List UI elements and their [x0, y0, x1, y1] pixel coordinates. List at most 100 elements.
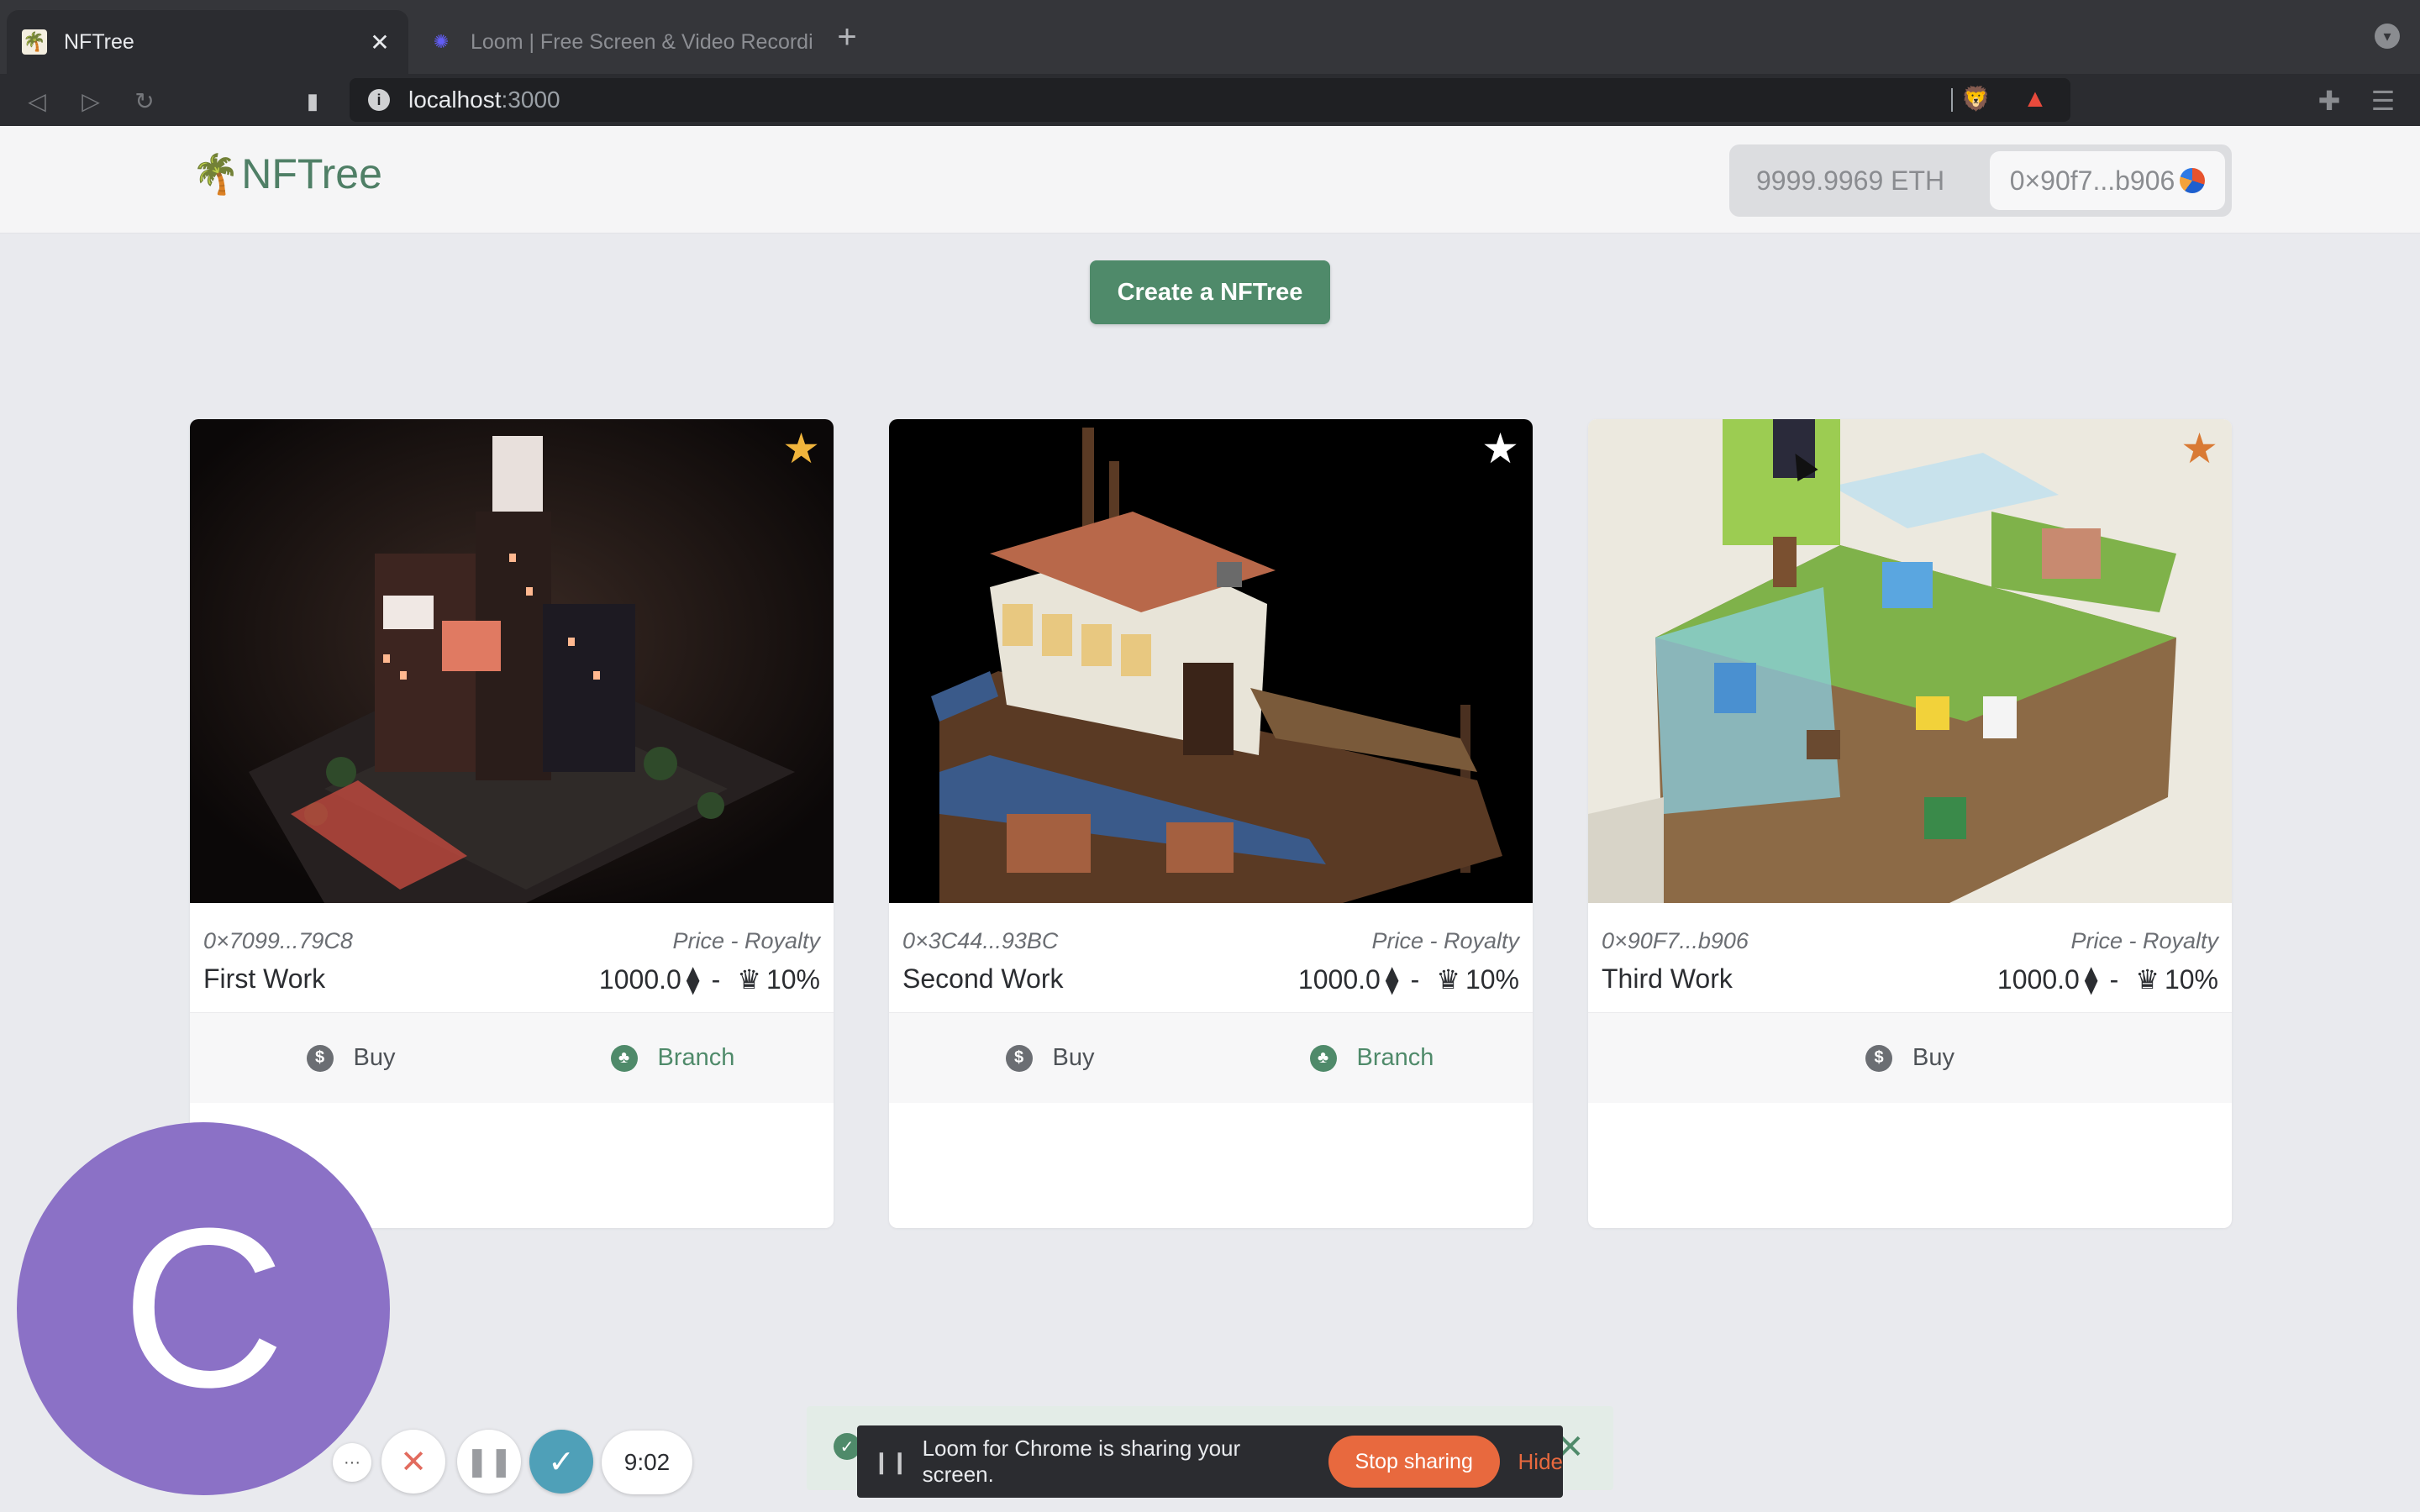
nft-card: ★ 0×3C44...93BC Price - Royalty Second W…: [889, 419, 1533, 1228]
browser-toolbar: ◁ ▷ ↻ ▮ i localhost:3000 🦁 ▲ ✚ ☰: [0, 74, 2420, 126]
brave-shields-icon[interactable]: 🦁: [1961, 85, 1991, 115]
separator: -: [1410, 963, 1420, 995]
eth-icon: ⧫: [1385, 964, 1399, 995]
dollar-icon: $: [306, 1044, 334, 1072]
tab-search-icon[interactable]: ▾: [2375, 24, 2400, 49]
bookmark-icon[interactable]: ▮: [294, 82, 331, 119]
drag-handle-icon[interactable]: ❙❙: [872, 1449, 909, 1475]
palm-tree-icon: 🌴: [22, 29, 47, 55]
owner-address: 0×7099...79C8: [203, 928, 353, 953]
price-value: 1000.0: [598, 963, 681, 995]
site-info-icon[interactable]: i: [368, 89, 390, 111]
url-divider: [1951, 88, 1953, 112]
crown-icon: ♛: [737, 964, 761, 995]
price-royalty-labels: Price - Royalty: [1371, 928, 1519, 953]
owner-address: 0×3C44...93BC: [902, 928, 1059, 953]
nft-image[interactable]: ★: [889, 419, 1533, 903]
nft-image[interactable]: ★: [1588, 419, 2232, 903]
loom-camera-bubble[interactable]: C: [17, 1122, 390, 1495]
card-actions: $ Buy: [1588, 1012, 2232, 1103]
separator: -: [2109, 963, 2119, 995]
crown-icon: ♛: [2135, 964, 2160, 995]
nft-name: First Work: [203, 963, 326, 994]
url-host: localhost: [408, 87, 502, 113]
crown-icon: ♛: [1436, 964, 1460, 995]
nft-info: 0×3C44...93BC Price - Royalty Second Wor…: [889, 903, 1533, 1012]
eth-icon: ⧫: [2084, 964, 2098, 995]
screen-share-bar: ❙❙ Loom for Chrome is sharing your scree…: [857, 1425, 1563, 1498]
palm-tree-icon: 🌴: [192, 151, 240, 196]
nft-info: 0×90F7...b906 Price - Royalty Third Work…: [1588, 903, 2232, 1012]
favorite-star-icon[interactable]: ★: [782, 428, 820, 470]
branch-label: Branch: [657, 1044, 735, 1071]
card-actions: $ Buy ♣ Branch: [889, 1012, 1533, 1103]
loom-finish-icon[interactable]: ✓: [529, 1430, 593, 1494]
buy-button[interactable]: $ Buy: [190, 1044, 512, 1072]
favorite-star-icon[interactable]: ★: [2181, 428, 2218, 470]
royalty-value: 10%: [765, 963, 820, 995]
loom-cancel-icon[interactable]: ✕: [381, 1430, 445, 1494]
address-bar[interactable]: i localhost:3000 🦁 ▲: [350, 78, 2070, 122]
price-royalty-values: 1000.0 ⧫ - ♛ 10%: [1992, 963, 2218, 995]
buy-button[interactable]: $ Buy: [889, 1044, 1211, 1072]
close-tab-icon[interactable]: ✕: [363, 29, 397, 56]
create-nftree-button[interactable]: Create a NFTree: [1090, 260, 1330, 324]
menu-icon[interactable]: ☰: [2365, 82, 2402, 119]
tab-nftree[interactable]: 🌴 NFTree ✕: [7, 10, 408, 74]
share-message: Loom for Chrome is sharing your screen.: [922, 1436, 1241, 1487]
royalty-value: 10%: [1465, 963, 1519, 995]
eth-icon: ⧫: [686, 964, 700, 995]
loom-timer: 9:02: [602, 1431, 692, 1494]
separator: -: [711, 963, 721, 995]
price-royalty-labels: Price - Royalty: [2070, 928, 2218, 953]
buy-label: Buy: [1052, 1044, 1095, 1071]
nft-info: 0×7099...79C8 Price - Royalty First Work…: [190, 903, 834, 1012]
eth-balance: 9999.9969 ETH: [1756, 165, 1945, 196]
buy-label: Buy: [1912, 1044, 1954, 1071]
buy-label: Buy: [353, 1044, 396, 1071]
dollar-icon: $: [1865, 1044, 1892, 1072]
tab-title: Loom | Free Screen & Video Recordi: [471, 29, 813, 54]
nft-name: Third Work: [1602, 963, 1733, 994]
price-royalty-values: 1000.0 ⧫ - ♛ 10%: [594, 963, 820, 995]
browser-tab-bar: 🌴 NFTree ✕ ✺ Loom | Free Screen & Video …: [0, 0, 2420, 74]
card-actions: $ Buy ♣ Branch: [190, 1012, 834, 1103]
hide-button[interactable]: Hide: [1518, 1449, 1563, 1475]
branch-label: Branch: [1356, 1044, 1434, 1071]
owner-address: 0×90F7...b906: [1602, 928, 1749, 953]
wallet-widget: 9999.9969 ETH 0×90f7...b906: [1729, 144, 2232, 217]
logo-text: NFTree: [241, 150, 382, 197]
branch-button[interactable]: ♣ Branch: [1211, 1044, 1533, 1072]
nft-card: ★ 0×7099...79C8 Price - Royalty First Wo…: [190, 419, 834, 1228]
buy-button[interactable]: $ Buy: [1588, 1044, 2232, 1072]
price-value: 1000.0: [1297, 963, 1381, 995]
branch-button[interactable]: ♣ Branch: [512, 1044, 834, 1072]
loom-icon: ✺: [433, 31, 450, 52]
dollar-icon: $: [1005, 1044, 1033, 1072]
back-icon[interactable]: ◁: [18, 82, 55, 119]
royalty-value: 10%: [2164, 963, 2218, 995]
extensions-icon[interactable]: ✚: [2311, 82, 2348, 119]
tree-icon: ♣: [610, 1044, 638, 1072]
account-button[interactable]: 0×90f7...b906: [1990, 151, 2225, 210]
loom-more-button[interactable]: ···: [333, 1443, 371, 1482]
tab-loom[interactable]: ✺ Loom | Free Screen & Video Recordi: [413, 10, 817, 74]
loom-pause-icon[interactable]: ❚❚: [457, 1430, 521, 1494]
price-royalty-values: 1000.0 ⧫ - ♛ 10%: [1293, 963, 1519, 995]
tree-icon: ♣: [1309, 1044, 1337, 1072]
forward-icon[interactable]: ▷: [72, 82, 109, 119]
app-header: 🌴 NFTree 9999.9969 ETH 0×90f7...b906: [0, 126, 2420, 234]
stop-sharing-button[interactable]: Stop sharing: [1328, 1436, 1500, 1488]
brave-rewards-icon[interactable]: ▲: [2018, 85, 2052, 115]
price-value: 1000.0: [1996, 963, 2080, 995]
nft-card: ★ 0×90F7...b906 Price - Royalty Third Wo…: [1588, 419, 2232, 1228]
favorite-star-icon[interactable]: ★: [1481, 428, 1519, 470]
tab-title: NFTree: [64, 29, 134, 54]
logo[interactable]: 🌴 NFTree: [192, 150, 382, 198]
avatar-letter: C: [121, 1182, 286, 1435]
new-tab-icon[interactable]: +: [830, 18, 864, 56]
url-port: :3000: [501, 87, 560, 113]
nft-image[interactable]: ★: [190, 419, 834, 903]
reload-icon[interactable]: ↻: [126, 82, 163, 119]
account-avatar: [2180, 168, 2206, 193]
